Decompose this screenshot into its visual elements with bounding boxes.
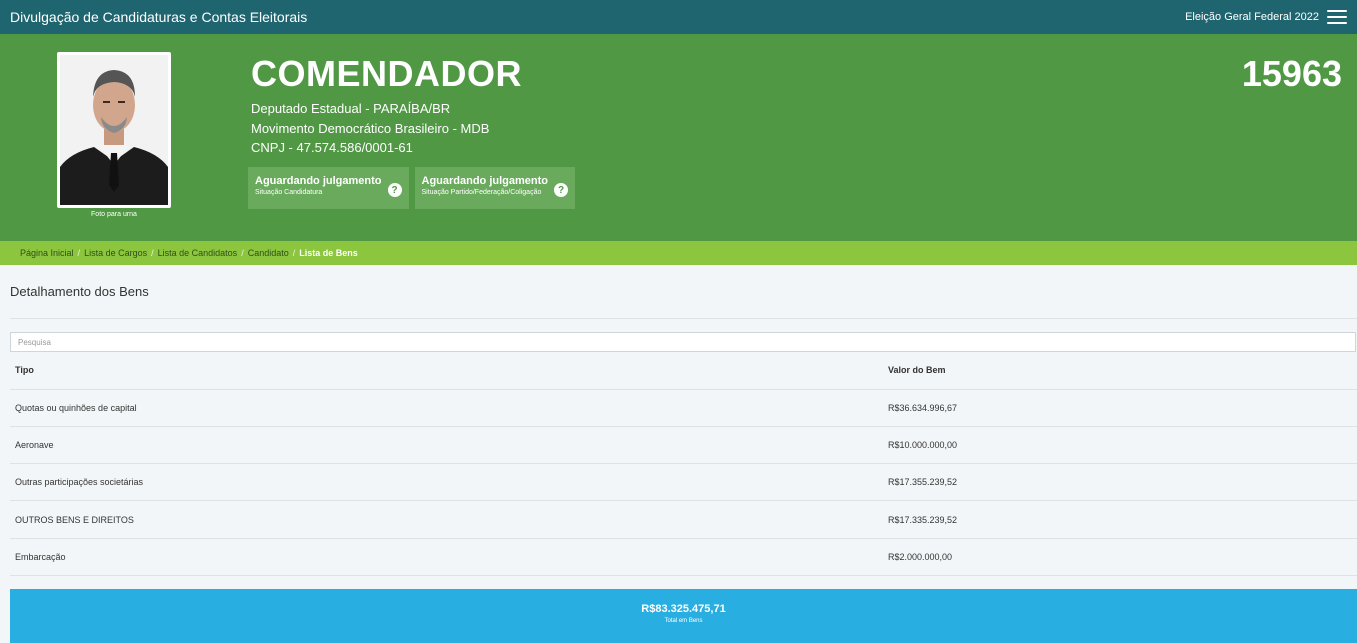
- candidate-party: Movimento Democrático Brasileiro - MDB: [251, 120, 490, 136]
- total-value: R$83.325.475,71: [641, 603, 726, 615]
- total-assets-bar: R$83.325.475,71 Total em Bens: [10, 589, 1357, 643]
- breadcrumb-current: Lista de Bens: [299, 248, 358, 258]
- election-name[interactable]: Eleição Geral Federal 2022: [1185, 11, 1319, 23]
- badge-title: Aguardando julgamento: [255, 175, 382, 187]
- breadcrumb-cargos[interactable]: Lista de Cargos: [84, 248, 147, 258]
- top-bar-right: Eleição Geral Federal 2022: [1185, 10, 1347, 24]
- breadcrumb-candidatos[interactable]: Lista de Candidatos: [158, 248, 238, 258]
- candidate-photo: [57, 52, 171, 208]
- asset-type: Outras participações societárias: [10, 463, 883, 502]
- person-portrait-icon: [60, 55, 168, 205]
- asset-value: R$2.000.000,00: [883, 538, 1357, 576]
- app-title[interactable]: Divulgação de Candidaturas e Contas Elei…: [10, 9, 307, 25]
- table-header-row: Tipo Valor do Bem: [10, 352, 1357, 390]
- asset-type: Aeronave: [10, 426, 883, 465]
- breadcrumb-home[interactable]: Página Inicial: [20, 248, 74, 258]
- candidate-cnpj: CNPJ - 47.574.586/0001-61: [251, 140, 413, 155]
- asset-value: R$17.335.239,52: [883, 500, 1357, 539]
- asset-value: R$17.355.239,52: [883, 463, 1357, 502]
- help-icon[interactable]: ?: [387, 183, 402, 197]
- search-input[interactable]: [10, 332, 1356, 352]
- main-content: Detalhamento dos Bens Tipo Valor do Bem …: [0, 265, 1357, 576]
- breadcrumb: Página Inicial / Lista de Cargos / Lista…: [0, 241, 1357, 265]
- candidacy-status-badge[interactable]: Aguardando julgamento Situação Candidatu…: [248, 167, 409, 209]
- table-row: Outras participações societárias R$17.35…: [10, 463, 1357, 502]
- asset-type: Quotas ou quinhões de capital: [10, 389, 883, 427]
- help-icon[interactable]: ?: [554, 183, 568, 197]
- total-label: Total em Bens: [664, 618, 703, 624]
- candidate-photo-block: Foto para urna: [57, 52, 171, 218]
- section-title: Detalhamento dos Bens: [10, 265, 1357, 319]
- hamburger-menu-icon[interactable]: [1327, 10, 1347, 24]
- badge-subtitle: Situação Partido/Federação/Coligação: [421, 189, 542, 196]
- table-row: Aeronave R$10.000.000,00: [10, 426, 1357, 465]
- candidate-name: COMENDADOR: [251, 53, 522, 94]
- top-bar: Divulgação de Candidaturas e Contas Elei…: [0, 0, 1357, 34]
- photo-caption: Foto para urna: [91, 211, 137, 218]
- asset-value: R$10.000.000,00: [883, 426, 1357, 465]
- table-row: Embarcação R$2.000.000,00: [10, 538, 1357, 576]
- table-row: OUTROS BENS E DIREITOS R$17.335.239,52: [10, 500, 1357, 539]
- asset-type: Embarcação: [10, 538, 883, 576]
- badge-title: Aguardando julgamento: [421, 175, 549, 187]
- badge-subtitle: Situação Candidatura: [255, 189, 323, 196]
- column-header-tipo[interactable]: Tipo: [10, 352, 883, 390]
- candidate-header: Foto para urna COMENDADOR Deputado Estad…: [0, 34, 1357, 241]
- table-row: Quotas ou quinhões de capital R$36.634.9…: [10, 389, 1357, 427]
- status-badges: Aguardando julgamento Situação Candidatu…: [248, 167, 575, 209]
- breadcrumb-candidato[interactable]: Candidato: [248, 248, 289, 258]
- candidate-info: COMENDADOR Deputado Estadual - PARAÍBA/B…: [251, 52, 522, 158]
- candidate-position: Deputado Estadual - PARAÍBA/BR: [251, 101, 451, 116]
- asset-type: OUTROS BENS E DIREITOS: [10, 500, 883, 539]
- candidate-number: 15963: [1241, 53, 1342, 94]
- assets-table: Tipo Valor do Bem Quotas ou quinhões de …: [10, 352, 1357, 576]
- asset-value: R$36.634.996,67: [883, 389, 1357, 427]
- party-status-badge[interactable]: Aguardando julgamento Situação Partido/F…: [414, 167, 575, 209]
- column-header-valor[interactable]: Valor do Bem: [883, 352, 1357, 390]
